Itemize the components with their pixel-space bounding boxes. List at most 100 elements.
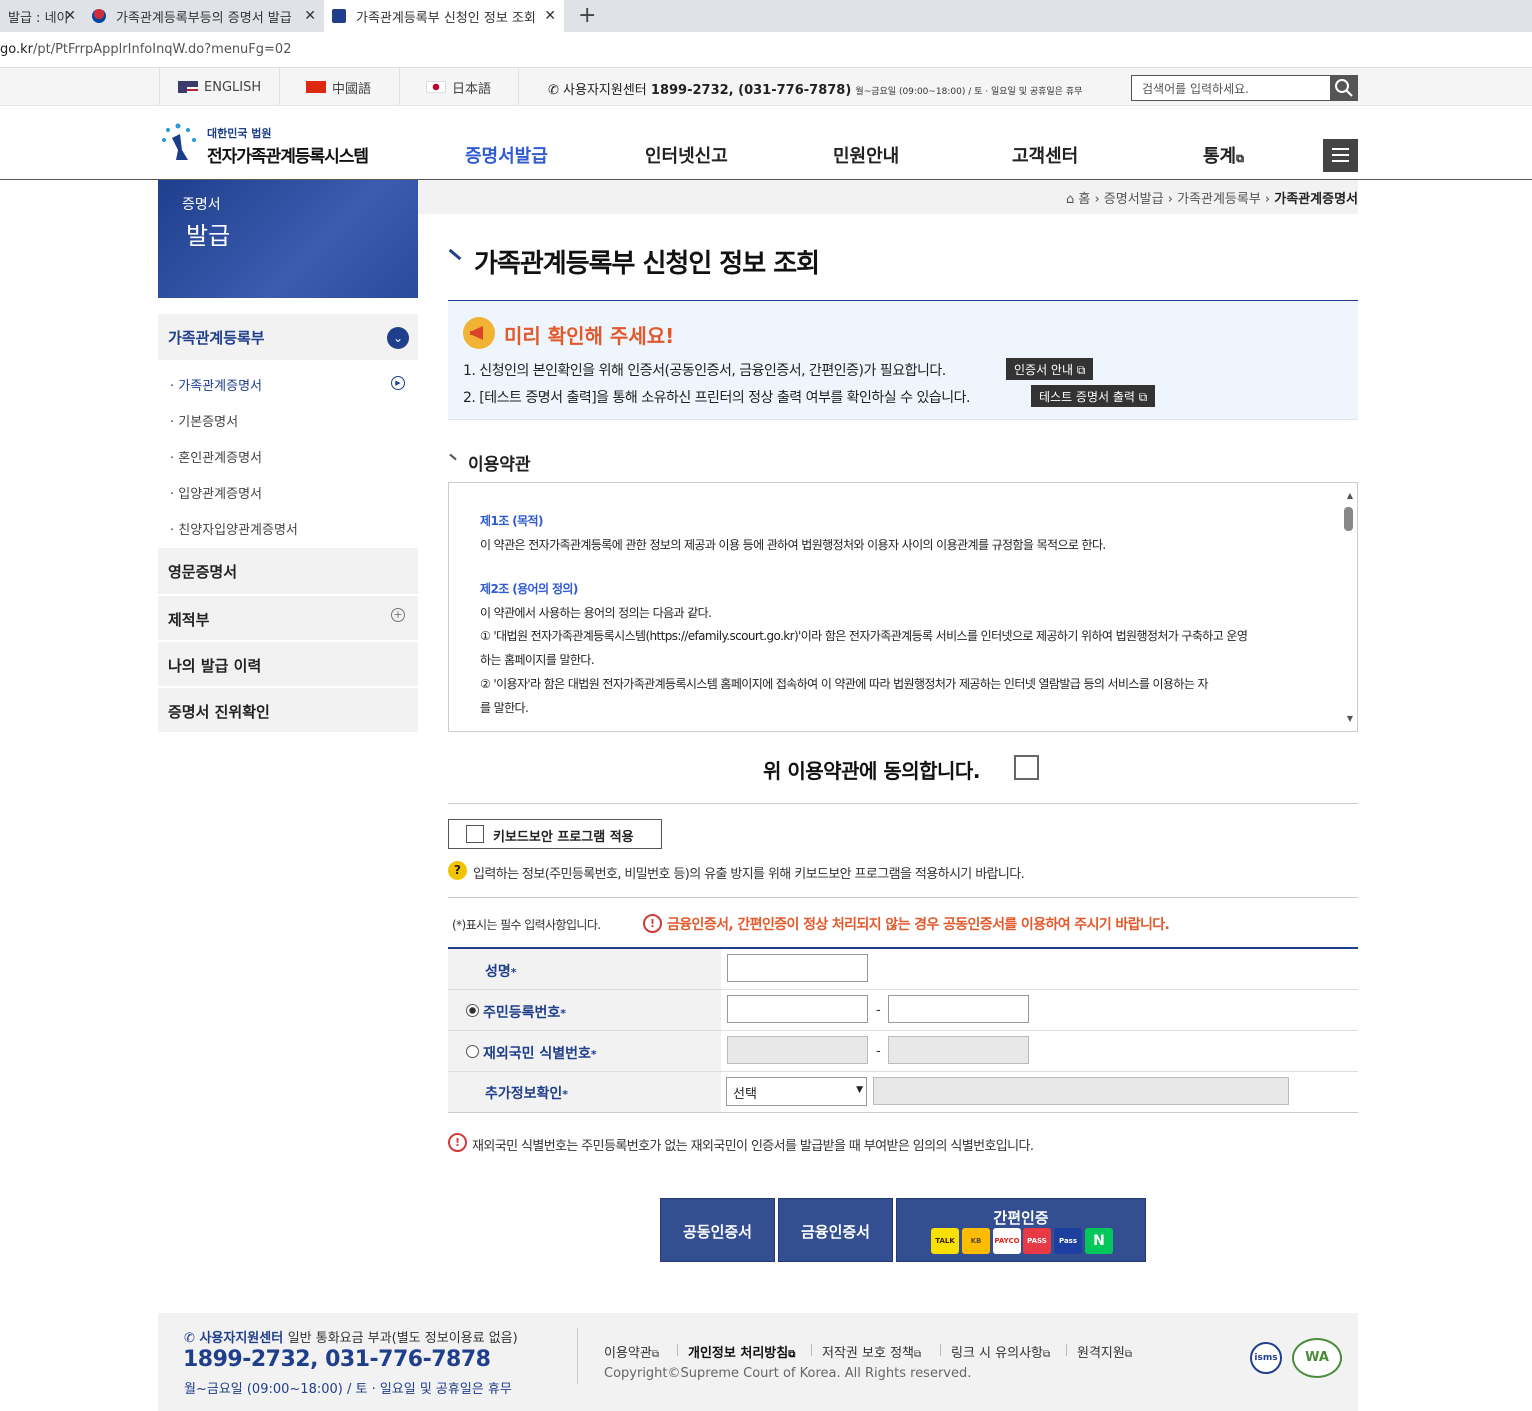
search-input[interactable]: 검색어를 입력하세요. <box>1131 75 1331 101</box>
footer-link-copyright[interactable]: 저작권 보호 정책⧉ <box>822 1342 921 1361</box>
required-star: * <box>510 966 517 979</box>
rrn-label: 주민등록번호* <box>483 1002 566 1022</box>
extra-info-select[interactable]: 선택 ▼ <box>726 1077 867 1106</box>
gnb-civil-guide[interactable]: 민원안내 <box>833 142 899 168</box>
terms-article-2-line-2b: 를 말한다. <box>480 701 529 715</box>
name-label-text: 성명 <box>485 964 511 980</box>
all-menu-button[interactable] <box>1323 139 1358 172</box>
lang-chinese[interactable]: 中國語 <box>279 68 399 106</box>
rrn-radio[interactable] <box>466 1004 479 1017</box>
support-phone: 1899-2732, (031-776-7878) <box>650 83 852 98</box>
gnb-statistics[interactable]: 통계⧉ <box>1203 142 1244 168</box>
scroll-down-icon[interactable]: ▼ <box>1347 714 1353 723</box>
japan-flag-icon <box>426 81 446 93</box>
lang-japanese[interactable]: 日本語 <box>399 68 519 106</box>
terms-article-2-title: 제2조 (용어의 정의) <box>480 582 578 596</box>
home-icon[interactable]: ⌂ <box>1066 192 1074 207</box>
new-tab-icon[interactable]: + <box>578 3 596 28</box>
copyright: Copyright©Supreme Court of Korea. All Ri… <box>604 1366 972 1381</box>
cert-guide-button[interactable]: 인증서 안내 ⧉ <box>1006 358 1094 380</box>
tab-close-icon[interactable]: ✕ <box>544 8 556 24</box>
footer-support-label: 사용자지원센터 <box>199 1331 284 1346</box>
plus-circle-icon[interactable]: + <box>391 608 405 622</box>
chevron-down-icon[interactable]: ⌄ <box>387 327 409 349</box>
footer-link-remote[interactable]: 원격지원⧉ <box>1077 1342 1132 1361</box>
rrn-front-input[interactable] <box>727 995 868 1023</box>
notice-line-2: 2. [테스트 증명서 출력]을 통해 소유하신 프린터의 정상 출력 여부를 … <box>463 390 970 406</box>
lang-label: ENGLISH <box>204 79 262 95</box>
korea-favicon-icon <box>92 9 106 23</box>
joint-cert-button[interactable]: 공동인증서 <box>660 1198 775 1262</box>
lnb-english-cert[interactable]: 영문증명서 <box>158 548 418 594</box>
lnb-sub-family-cert[interactable]: · 가족관계증명서 <box>170 375 262 394</box>
required-star: * <box>560 1007 567 1020</box>
hamburger-icon <box>1332 154 1349 156</box>
gnb-internet-report[interactable]: 인터넷신고 <box>645 142 728 168</box>
breadcrumb-home[interactable]: 홈 <box>1078 192 1090 207</box>
lnb-sub-full-adoption-cert[interactable]: · 친양자입양관계증명서 <box>170 519 298 538</box>
test-print-button[interactable]: 테스트 증명서 출력 ⧉ <box>1031 385 1156 407</box>
url-host: go.kr <box>0 42 33 57</box>
keyboard-security-checkbox[interactable] <box>466 825 484 843</box>
footer-support-note: 일반 통화요금 부과(별도 정보이용료 없음) <box>287 1331 518 1346</box>
lnb-sub-marriage-cert[interactable]: · 혼인관계증명서 <box>170 447 262 466</box>
breadcrumb: ⌂ 홈 › 증명서발급 › 가족관계등록부 › 가족관계증명서 <box>1065 192 1358 207</box>
foreign-id-front-input[interactable] <box>727 1036 868 1064</box>
breadcrumb-item[interactable]: 가족관계등록부 <box>1177 192 1261 207</box>
logo-title[interactable]: 전자가족관계등록시스템 <box>207 142 369 167</box>
page-title: 가족관계등록부 신청인 정보 조회 <box>474 249 820 279</box>
court-logo-icon[interactable] <box>158 120 202 164</box>
divider <box>448 897 1358 898</box>
agree-checkbox[interactable] <box>1014 755 1039 780</box>
footer-hours: 월~금요일 (09:00~18:00) / 토 · 일요일 및 공휴일은 휴무 <box>184 1382 512 1397</box>
rrn-label-text: 주민등록번호 <box>483 1005 561 1021</box>
extra-info-label-text: 추가정보확인 <box>485 1086 563 1102</box>
foreign-id-back-input[interactable] <box>888 1036 1029 1064</box>
select-value: 선택 <box>733 1087 757 1102</box>
terms-heading: 이용약관 <box>468 455 531 475</box>
browser-tab[interactable]: 가족관계등록부등의 증명서 발급 ✕ <box>84 0 324 32</box>
external-link-icon: ⧉ <box>651 1349 659 1360</box>
auth-warning: 금융인증서, 간편인증이 정상 처리되지 않는 경우 공동인증서를 이용하여 주… <box>667 917 1170 933</box>
footer-support: ✆ 사용자지원센터 일반 통화요금 부과(별도 정보이용료 없음) <box>184 1327 518 1346</box>
lnb-label: 증명서 진위확인 <box>168 703 270 721</box>
browser-tab-active[interactable]: 가족관계등록부 신청인 정보 조회 ✕ <box>324 0 564 32</box>
footer-link-privacy[interactable]: 개인정보 처리방침⧉ <box>688 1342 795 1361</box>
foreign-id-radio[interactable] <box>466 1045 479 1058</box>
lang-english[interactable]: ENGLISH <box>159 68 279 106</box>
rrn-back-input[interactable] <box>888 995 1029 1023</box>
financial-cert-button[interactable]: 금융인증서 <box>778 1198 893 1262</box>
address-bar[interactable]: go.kr/pt/PtFrrpApplrInfoInqW.do?menuFg=0… <box>0 32 1532 68</box>
search-button[interactable] <box>1330 75 1358 101</box>
footer-link-linking[interactable]: 링크 시 유의사항⧉ <box>951 1342 1050 1361</box>
samsung-pass-icon: Pass <box>1054 1228 1082 1254</box>
wa-seal-icon: WA <box>1292 1338 1342 1378</box>
breadcrumb-item[interactable]: 증명서발급 <box>1104 192 1164 207</box>
extra-info-label: 추가정보확인* <box>485 1083 568 1103</box>
extra-info-input[interactable] <box>873 1077 1289 1105</box>
lnb-family-register[interactable]: 가족관계등록부 <box>158 314 418 360</box>
tab-close-icon[interactable]: ✕ <box>64 8 76 24</box>
tab-close-icon[interactable]: ✕ <box>304 8 316 24</box>
lnb-removed-register[interactable]: 제적부 <box>158 594 418 640</box>
test-print-label: 테스트 증명서 출력 <box>1039 390 1135 404</box>
browser-tab[interactable]: 발급 : 네이 ✕ <box>0 0 84 32</box>
external-link-icon: ⧉ <box>788 1349 796 1360</box>
name-input[interactable] <box>727 954 868 982</box>
play-circle-icon: ▶ <box>391 376 405 390</box>
gnb-customer-center[interactable]: 고객센터 <box>1012 142 1078 168</box>
footer-link-terms[interactable]: 이용약관⧉ <box>604 1342 659 1361</box>
external-link-icon: ⧉ <box>1076 363 1086 377</box>
dash: - <box>876 1003 881 1018</box>
phone-icon: ✆ <box>184 1331 195 1346</box>
footer-link-label: 링크 시 유의사항 <box>951 1346 1043 1361</box>
gnb-certificate[interactable]: 증명서발급 <box>465 142 548 168</box>
lnb-sub-adoption-cert[interactable]: · 입양관계증명서 <box>170 483 262 502</box>
scroll-up-icon[interactable]: ▲ <box>1347 491 1353 500</box>
lnb-label: 영문증명서 <box>168 563 238 581</box>
divider <box>448 803 1358 804</box>
lnb-my-history[interactable]: 나의 발급 이력 <box>158 640 418 686</box>
lnb-sub-basic-cert[interactable]: · 기본증명서 <box>170 411 238 430</box>
lnb-verify-cert[interactable]: 증명서 진위확인 <box>158 686 418 732</box>
scrollbar-thumb[interactable] <box>1344 507 1353 531</box>
